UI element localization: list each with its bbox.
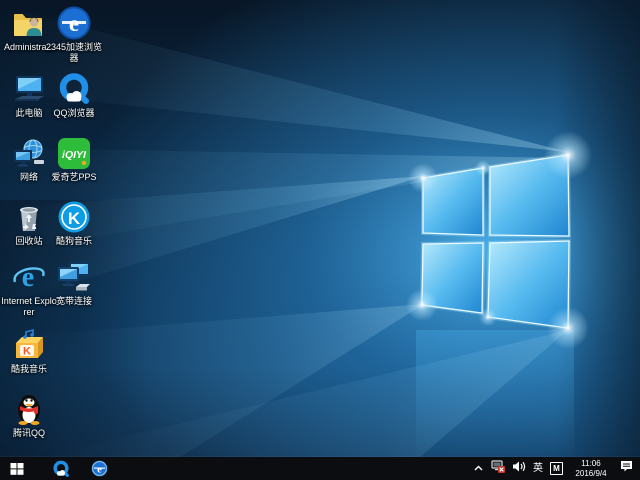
desktop-icon-label: 2345加速浏览器 bbox=[45, 42, 103, 64]
recycle-bin-icon bbox=[12, 198, 46, 234]
desktop: Administra... 此电脑 bbox=[0, 0, 640, 457]
2345-e-icon: e bbox=[57, 4, 91, 40]
ime-mode-indicator[interactable]: M bbox=[550, 462, 563, 475]
desktop-icon-label: 酷狗音乐 bbox=[56, 236, 92, 247]
kuwo-box-icon: K bbox=[12, 326, 46, 362]
desktop-icon-broadband[interactable]: 宽带连接 bbox=[45, 258, 103, 307]
broadband-icon bbox=[56, 258, 92, 294]
desktop-icon-tencent-qq[interactable]: 腾讯QQ bbox=[0, 390, 58, 439]
2345-e-icon: e bbox=[91, 460, 108, 477]
svg-text:e: e bbox=[97, 465, 102, 476]
action-center-icon[interactable] bbox=[619, 459, 634, 478]
desktop-icon-iqiyi-pps[interactable]: iQIYI 爱奇艺PPS bbox=[45, 134, 103, 183]
desktop-icon-2345-browser[interactable]: e 2345加速浏览器 bbox=[45, 4, 103, 64]
windows-start-icon bbox=[10, 462, 24, 476]
svg-text:e: e bbox=[22, 262, 34, 293]
computer-icon bbox=[12, 70, 46, 106]
qq-browser-icon bbox=[52, 460, 70, 478]
kugou-k-icon: K bbox=[57, 198, 91, 234]
clock-time: 11:06 bbox=[570, 459, 612, 469]
ime-language-indicator[interactable]: 英 bbox=[533, 464, 543, 474]
desktop-icon-label: 回收站 bbox=[15, 236, 42, 247]
desktop-icon-qq-browser[interactable]: QQ浏览器 bbox=[45, 70, 103, 119]
desktop-icon-label: 此电脑 bbox=[15, 108, 42, 119]
svg-text:K: K bbox=[68, 209, 81, 228]
svg-text:K: K bbox=[23, 346, 31, 358]
desktop-icon-label: 酷我音乐 bbox=[11, 364, 47, 375]
taskbar-app-2345-browser[interactable]: e bbox=[84, 457, 114, 480]
desktop-icon-label: QQ浏览器 bbox=[53, 108, 94, 119]
network-disconnected-icon[interactable] bbox=[491, 460, 505, 478]
qq-penguin-icon bbox=[12, 390, 46, 426]
tray-chevron-up-icon[interactable] bbox=[473, 460, 484, 478]
iqiyi-logo-text: iQIYI bbox=[62, 149, 87, 161]
taskbar: e 英 M 11:06 201 bbox=[0, 457, 640, 480]
desktop-icon-kugou-music[interactable]: K 酷狗音乐 bbox=[45, 198, 103, 247]
iqiyi-icon: iQIYI bbox=[57, 134, 91, 170]
ie-icon: e bbox=[12, 258, 46, 294]
system-tray: 英 M 11:06 2016/9/4 bbox=[473, 459, 640, 479]
network-globe-icon bbox=[12, 134, 46, 170]
clock-date: 2016/9/4 bbox=[570, 469, 612, 479]
desktop-icon-kuwo-music[interactable]: K 酷我音乐 bbox=[0, 326, 58, 375]
desktop-icon-label: 宽带连接 bbox=[56, 296, 92, 307]
taskbar-app-qq-browser[interactable] bbox=[46, 457, 76, 480]
user-folder-icon bbox=[12, 4, 46, 40]
desktop-icon-label: 腾讯QQ bbox=[13, 428, 45, 439]
volume-icon[interactable] bbox=[512, 460, 526, 478]
start-button[interactable] bbox=[0, 457, 34, 480]
qq-browser-icon bbox=[57, 70, 91, 106]
desktop-icon-label: 爱奇艺PPS bbox=[51, 172, 96, 183]
desktop-icon-label: 网络 bbox=[20, 172, 38, 183]
taskbar-clock[interactable]: 11:06 2016/9/4 bbox=[570, 459, 612, 479]
